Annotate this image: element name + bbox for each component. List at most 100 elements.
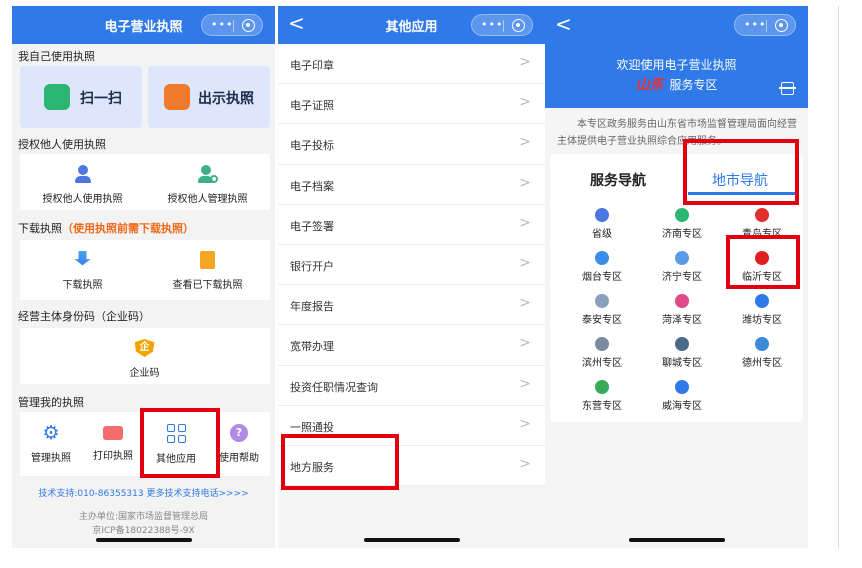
mini-program-capsule[interactable]: ••• [201,14,263,36]
chevron-right-icon: > [519,254,531,271]
support-phone[interactable]: 技术支持:010-86355313 [38,489,143,499]
menu-item-label: 投资任职情况查询 [290,380,378,394]
city-zone-item[interactable]: 烟台专区 [562,251,642,283]
scan-button[interactable]: 扫一扫 [20,66,142,128]
user-icon [73,165,93,183]
mini-program-capsule[interactable]: ••• [471,14,533,36]
city-zone-item[interactable]: 东营专区 [562,380,642,412]
close-target-icon[interactable] [242,19,255,32]
header-bar: 电子营业执照 ••• [12,6,275,44]
menu-item[interactable]: 电子档案 > [278,164,545,205]
menu-item-label: 宽带办理 [290,340,334,354]
menu-item[interactable]: 电子印章 > [278,44,545,85]
section-title-manage: 管理我的执照 [18,396,84,409]
icp-text: 京ICP备18022388号-9X [92,526,195,536]
city-emblem-icon [595,337,609,351]
support-line: 技术支持:010-86355313 更多技术支持电话>>>> [12,486,275,499]
tab-service-nav[interactable]: 服务导航 [590,170,646,190]
menu-item-label: 年度报告 [290,300,334,314]
city-zone-label: 菏泽专区 [662,315,702,326]
capsule-divider [233,20,234,32]
welcome-text: 欢迎使用电子营业执照 [616,58,737,72]
highlight-local-services [281,434,399,490]
back-icon[interactable]: < [555,12,572,36]
chevron-right-icon: > [519,134,531,151]
authorize-card: 授权他人使用执照 授权他人管理执照 [20,154,270,210]
chevron-right-icon: > [519,415,531,432]
zone-banner: < ••• 欢迎使用电子营业执照 山东 服务专区 [545,6,808,108]
menu-item[interactable]: 宽带办理 > [278,325,545,366]
document-icon [200,251,215,269]
scan-icon[interactable] [779,82,796,95]
download-icon [74,251,91,266]
gear-icon: ⚙ [42,422,60,444]
section-title-entity-code: 经营主体身份码（企业码） [18,310,150,323]
header-bar: < 其他应用 ••• [278,6,545,44]
city-zone-item[interactable]: 泰安专区 [562,294,642,326]
show-license-label: 出示执照 [198,91,254,107]
menu-item[interactable]: 银行开户 > [278,244,545,286]
city-zone-item[interactable]: 威海专区 [642,380,722,412]
mini-program-capsule[interactable]: ••• [734,14,796,36]
authorize-manage-item[interactable]: 授权他人管理执照 [145,165,270,205]
zone-label: 服务专区 [669,78,718,92]
city-emblem-icon [595,380,609,394]
manage-license-label: 管理执照 [31,453,71,464]
authorize-use-item[interactable]: 授权他人使用执照 [20,165,145,205]
city-zone-item[interactable]: 济宁专区 [642,251,722,283]
printer-icon [103,426,123,440]
city-zone-item[interactable]: 潍坊专区 [722,294,802,326]
chevron-right-icon: > [519,455,531,472]
section-title-self-use: 我自己使用执照 [18,50,95,63]
city-zone-label: 潍坊专区 [742,315,782,326]
more-icon[interactable]: ••• [481,18,503,31]
section-title-authorize: 授权他人使用执照 [18,138,106,151]
menu-item-label: 电子档案 [290,179,334,193]
menu-item-label: 电子签署 [290,219,334,233]
menu-item[interactable]: 年度报告 > [278,285,545,326]
menu-item[interactable]: 电子证照 > [278,84,545,125]
city-zone-item[interactable]: 德州专区 [722,337,802,369]
highlight-other-apps [140,408,220,478]
city-zone-item[interactable]: 省级 [562,208,642,240]
print-license-item[interactable]: 打印执照 [82,424,144,462]
support-more-link[interactable]: 更多技术支持电话>>>> [146,489,248,499]
city-zone-label: 省级 [592,229,612,240]
menu-item[interactable]: 电子签署 > [278,204,545,245]
download-license-item[interactable]: 下载执照 [20,251,145,291]
city-emblem-icon [595,294,609,308]
show-license-button[interactable]: 出示执照 [148,66,270,128]
menu-item-label: 电子投标 [290,139,334,153]
chevron-right-icon: > [519,375,531,392]
download-card: 下载执照 查看已下载执照 [20,240,270,300]
city-zone-item[interactable]: 济南专区 [642,208,722,240]
enterprise-code-icon: 企 [134,339,155,357]
city-zone-label: 济南专区 [662,229,702,240]
authorize-manage-label: 授权他人管理执照 [167,194,248,205]
city-zone-label: 威海专区 [662,401,702,412]
city-emblem-icon [675,294,689,308]
menu-item[interactable]: 投资任职情况查询 > [278,365,545,406]
view-downloaded-item[interactable]: 查看已下载执照 [145,251,270,291]
more-icon[interactable]: ••• [744,18,766,31]
highlight-city-nav-tab [683,139,799,205]
highlight-linyi-zone [726,235,800,289]
close-target-icon[interactable] [775,19,788,32]
city-emblem-icon [675,337,689,351]
menu-item-label: 一照通投 [290,420,334,434]
help-icon: ? [230,424,248,442]
manage-license-item[interactable]: ⚙ 管理执照 [20,422,82,465]
chevron-right-icon: > [519,295,531,312]
print-license-label: 打印执照 [93,451,133,462]
city-zone-label: 滨州专区 [582,358,622,369]
city-zone-item[interactable]: 菏泽专区 [642,294,722,326]
entity-code-item[interactable]: 企 企业码 [82,339,207,379]
menu-item[interactable]: 电子投标 > [278,124,545,165]
city-zone-item[interactable]: 聊城专区 [642,337,722,369]
close-target-icon[interactable] [512,19,525,32]
next-screen-edge [838,6,839,548]
more-icon[interactable]: ••• [211,18,233,31]
section-title-download: 下载执照（使用执照前需下载执照） [18,220,194,236]
city-zone-item[interactable]: 滨州专区 [562,337,642,369]
city-emblem-icon [755,208,769,222]
